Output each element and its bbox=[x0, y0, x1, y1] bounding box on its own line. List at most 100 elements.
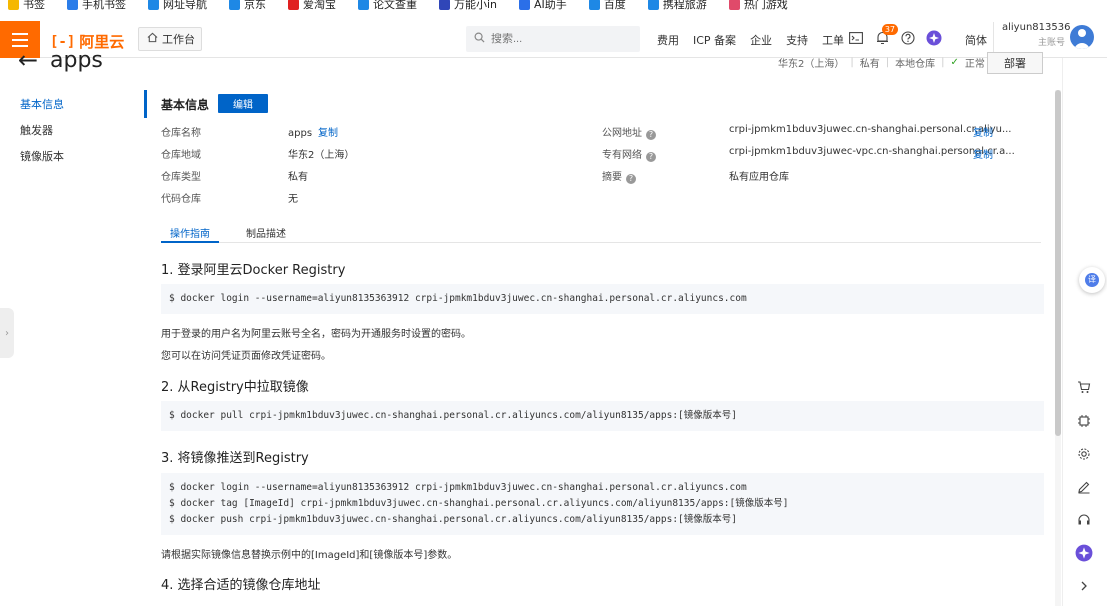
search-input[interactable] bbox=[491, 33, 621, 45]
section-accent bbox=[144, 90, 147, 118]
bookmark-icon bbox=[148, 0, 159, 10]
step-note: 您可以在访问凭证页面修改凭证密码。 bbox=[161, 351, 331, 362]
bookmark-icon bbox=[67, 0, 78, 10]
info-value: 华东2（上海） bbox=[288, 150, 355, 161]
info-label: 专有网络 bbox=[602, 150, 642, 161]
chevron-right-icon[interactable] bbox=[1075, 577, 1093, 595]
search-icon bbox=[474, 32, 485, 46]
leftnav-item-triggers[interactable]: 触发器 bbox=[20, 124, 64, 150]
back-arrow-icon[interactable]: ← bbox=[18, 46, 38, 74]
nav-enterprise[interactable]: 企业 bbox=[750, 32, 772, 48]
bookmark-item[interactable]: 京东 bbox=[229, 0, 266, 12]
info-label: 仓库类型 bbox=[161, 172, 201, 183]
code-line: $ docker push crpi-jpmkm1bduv3juwec.cn-s… bbox=[169, 514, 737, 525]
bookmark-icon bbox=[8, 0, 19, 10]
bookmark-item[interactable]: 携程旅游 bbox=[647, 0, 707, 12]
repo-visibility: 私有 bbox=[859, 59, 880, 70]
deploy-button[interactable]: 部署 bbox=[987, 52, 1043, 74]
info-left: 仓库名称 apps 复制 仓库地域 华东2（上海） 仓库类型 私有 代码仓库 无 bbox=[161, 124, 561, 214]
question-icon[interactable]: ? bbox=[646, 152, 656, 162]
bookmark-icon bbox=[439, 0, 450, 10]
gear-icon[interactable] bbox=[1075, 445, 1093, 463]
language-switch[interactable]: 简体 bbox=[965, 32, 987, 48]
home-icon bbox=[147, 32, 158, 46]
copy-link[interactable]: 复制 bbox=[973, 124, 993, 139]
bookmark-item[interactable]: 万能小in bbox=[439, 0, 497, 12]
search-box[interactable] bbox=[466, 26, 640, 52]
translate-icon: 译 bbox=[1085, 273, 1099, 287]
check-icon: ✓ bbox=[950, 57, 959, 68]
terminal-icon[interactable] bbox=[848, 30, 864, 46]
header-nav: 费用 ICP 备案 企业 支持 工单 bbox=[657, 32, 844, 48]
bookmark-item[interactable]: AI助手 bbox=[519, 0, 567, 12]
bookmark-item[interactable]: 热门游戏 bbox=[728, 0, 788, 12]
bookmark-label: 京东 bbox=[244, 0, 266, 11]
code-line: $ docker login --username=aliyun81353639… bbox=[169, 293, 747, 304]
chip-icon[interactable] bbox=[1075, 412, 1093, 430]
bookmark-label: 手机书签 bbox=[82, 0, 126, 11]
scrollbar-thumb[interactable] bbox=[1055, 90, 1061, 436]
bookmark-label: 携程旅游 bbox=[662, 0, 707, 11]
bookmark-icon bbox=[588, 0, 600, 10]
translate-button[interactable]: 译 bbox=[1079, 267, 1105, 293]
question-icon[interactable]: ? bbox=[626, 174, 636, 184]
code-line: $ docker login --username=aliyun81353639… bbox=[169, 482, 747, 493]
help-icon[interactable] bbox=[900, 30, 916, 46]
bookmark-label: 网址导航 bbox=[163, 0, 207, 11]
edit-icon[interactable] bbox=[1075, 478, 1093, 496]
user-role: 主账号 bbox=[1037, 38, 1065, 48]
headset-icon[interactable] bbox=[1075, 511, 1093, 529]
leftnav-item-image-versions[interactable]: 镜像版本 bbox=[20, 150, 64, 176]
repo-type: 本地仓库 bbox=[895, 59, 936, 70]
bell-icon[interactable]: 37 bbox=[874, 24, 898, 46]
info-label: 仓库名称 bbox=[161, 128, 201, 139]
info-label-public-address: 公网地址? bbox=[602, 124, 656, 140]
tab-description[interactable]: 制品描述 bbox=[237, 225, 295, 243]
code-line: $ docker tag [ImageId] crpi-jpmkm1bduv3j… bbox=[169, 498, 789, 509]
bookmark-item[interactable]: 书签 bbox=[8, 0, 45, 12]
workbench-button[interactable]: 工作台 bbox=[138, 27, 202, 51]
bookmark-item[interactable]: 爱淘宝 bbox=[288, 0, 336, 12]
bookmark-label: 爱淘宝 bbox=[303, 0, 336, 11]
step-title: 1. 登录阿里云Docker Registry bbox=[161, 263, 346, 278]
ai-assistant-icon[interactable] bbox=[926, 30, 942, 46]
collapse-handle[interactable]: › bbox=[0, 308, 14, 358]
bookmark-icon bbox=[229, 0, 240, 10]
console-header: [-] 阿里云 工作台 费用 ICP 备案 企业 支持 工单 37 bbox=[0, 14, 1107, 58]
nav-ticket[interactable]: 工单 bbox=[822, 32, 844, 48]
bookmarks-bar: 书签 手机书签 网址导航 京东 爱淘宝 论文查重 万能小in AI助手 百度 携程旅游 热门游戏 bbox=[0, 0, 1107, 14]
tab-guide[interactable]: 操作指南 bbox=[161, 225, 219, 243]
bookmark-item[interactable]: 论文查重 bbox=[358, 0, 417, 12]
bookmark-label: 书签 bbox=[23, 0, 45, 11]
nav-billing[interactable]: 费用 bbox=[657, 32, 679, 48]
step-title: 3. 将镜像推送到Registry bbox=[161, 451, 309, 466]
bookmark-icon bbox=[358, 0, 369, 10]
bookmark-item[interactable]: 网址导航 bbox=[148, 0, 207, 12]
cart-icon[interactable] bbox=[1075, 378, 1093, 396]
user-menu[interactable]: aliyun813536... 主账号 bbox=[993, 22, 1070, 54]
main-content: 基本信息 编辑 仓库名称 apps 复制 仓库地域 华东2（上海） 仓库类型 私有… bbox=[144, 90, 1056, 606]
copy-link[interactable]: 复制 bbox=[973, 146, 993, 161]
info-value: crpi-jpmkm1bduv3juwec.cn-shanghai.person… bbox=[729, 124, 1012, 135]
code-block[interactable]: $ docker login --username=aliyun81353639… bbox=[161, 473, 1044, 535]
bookmark-icon bbox=[728, 0, 740, 10]
vpc-address-value: crpi-jpmkm1bduv3juwec-vpc.cn-shanghai.pe… bbox=[729, 146, 1015, 157]
step-title: 2. 从Registry中拉取镜像 bbox=[161, 380, 309, 395]
info-value: 私有应用仓库 bbox=[729, 172, 789, 183]
leftnav-item-basic-info[interactable]: 基本信息 bbox=[20, 98, 64, 124]
nav-support[interactable]: 支持 bbox=[786, 32, 808, 48]
question-icon[interactable]: ? bbox=[646, 130, 656, 140]
code-block[interactable]: $ docker pull crpi-jpmkm1bduv3juwec.cn-s… bbox=[161, 401, 1044, 431]
info-label-vpc: 专有网络? bbox=[602, 146, 656, 162]
avatar[interactable] bbox=[1070, 25, 1094, 49]
ai-assistant-icon[interactable] bbox=[1075, 544, 1093, 562]
info-value: 无 bbox=[288, 194, 298, 205]
bookmark-item[interactable]: 手机书签 bbox=[67, 0, 126, 12]
copy-link[interactable]: 复制 bbox=[318, 128, 338, 139]
nav-icp[interactable]: ICP 备案 bbox=[693, 32, 736, 48]
code-block[interactable]: $ docker login --username=aliyun81353639… bbox=[161, 284, 1044, 314]
info-label-summary: 摘要? bbox=[602, 168, 636, 184]
bookmark-item[interactable]: 百度 bbox=[588, 0, 626, 12]
chevron-right-icon: › bbox=[5, 327, 9, 339]
edit-button[interactable]: 编辑 bbox=[218, 94, 268, 113]
